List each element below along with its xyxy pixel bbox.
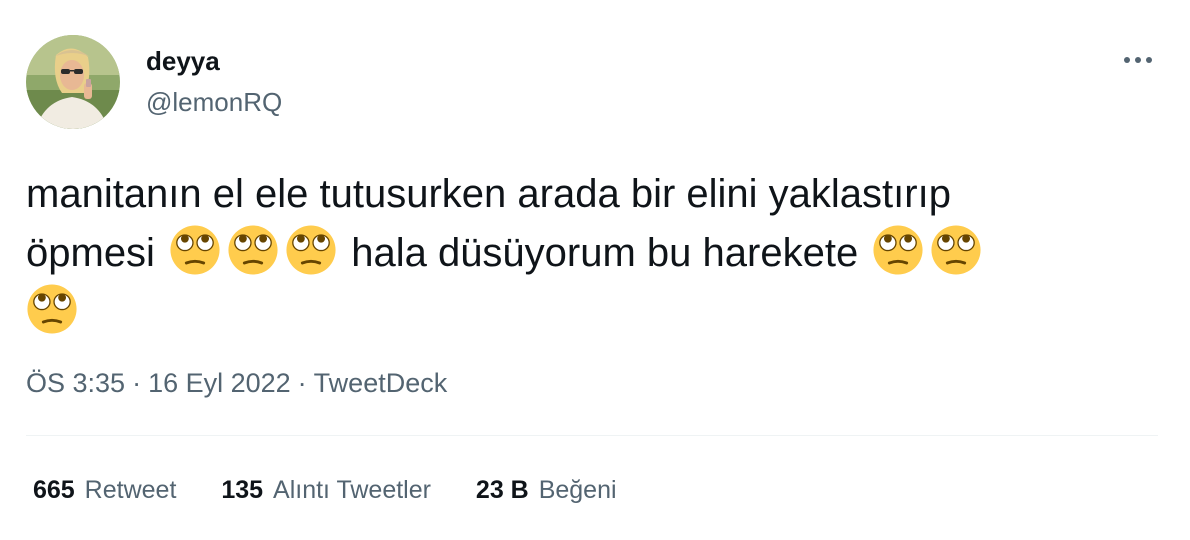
meta-separator: · [297,368,307,398]
quote-tweets-count: 135 [221,476,264,504]
author-handle[interactable]: @lemonRQ [146,86,282,118]
likes-count: 23 B [475,476,529,504]
face-with-rolling-eyes-emoji [26,283,78,335]
face-with-rolling-eyes-emoji [930,224,982,276]
retweets-count: 665 [33,476,75,504]
likes-stat[interactable]: 23 B Beğeni [476,472,617,508]
face-with-rolling-eyes-emoji [872,224,924,276]
tweet-text-segment-2: hala düsüyorum bu harekete [351,231,859,275]
tweet-time[interactable]: ÖS 3:35 [26,368,125,398]
tweet-metadata: ÖS 3:35 · 16 Eyl 2022 · TweetDeck [26,365,447,401]
divider [26,435,1158,436]
face-with-rolling-eyes-emoji [285,224,337,276]
quote-tweets-label: Alıntı Tweetler [273,476,431,504]
tweet-stats: 665 Retweet 135 Alıntı Tweetler 23 B Beğ… [33,472,617,508]
likes-label: Beğeni [538,476,617,504]
tweet-card: deyya @lemonRQ manitanın el ele tutusurk… [0,0,1190,540]
author-display-name[interactable]: deyya [146,45,220,77]
quote-tweets-stat[interactable]: 135 Alıntı Tweetler [221,472,431,508]
face-with-rolling-eyes-emoji [227,224,279,276]
tweet-date[interactable]: 16 Eyl 2022 [148,368,291,398]
retweets-stat[interactable]: 665 Retweet [33,472,176,508]
more-options-button[interactable] [1118,48,1158,72]
tweet-text: manitanın el ele tutusurken arada bir el… [26,165,1156,342]
tweet-source-link[interactable]: TweetDeck [314,368,448,398]
tweet-text-segment-1: öpmesi [26,231,155,275]
avatar[interactable] [26,35,120,129]
tweet-text-line-1: manitanın el ele tutusurken arada bir el… [26,172,951,216]
retweets-label: Retweet [84,476,177,504]
meta-separator: · [132,368,142,398]
ellipsis-icon [1124,57,1152,63]
profile-photo-icon [26,35,120,129]
face-with-rolling-eyes-emoji [169,224,221,276]
